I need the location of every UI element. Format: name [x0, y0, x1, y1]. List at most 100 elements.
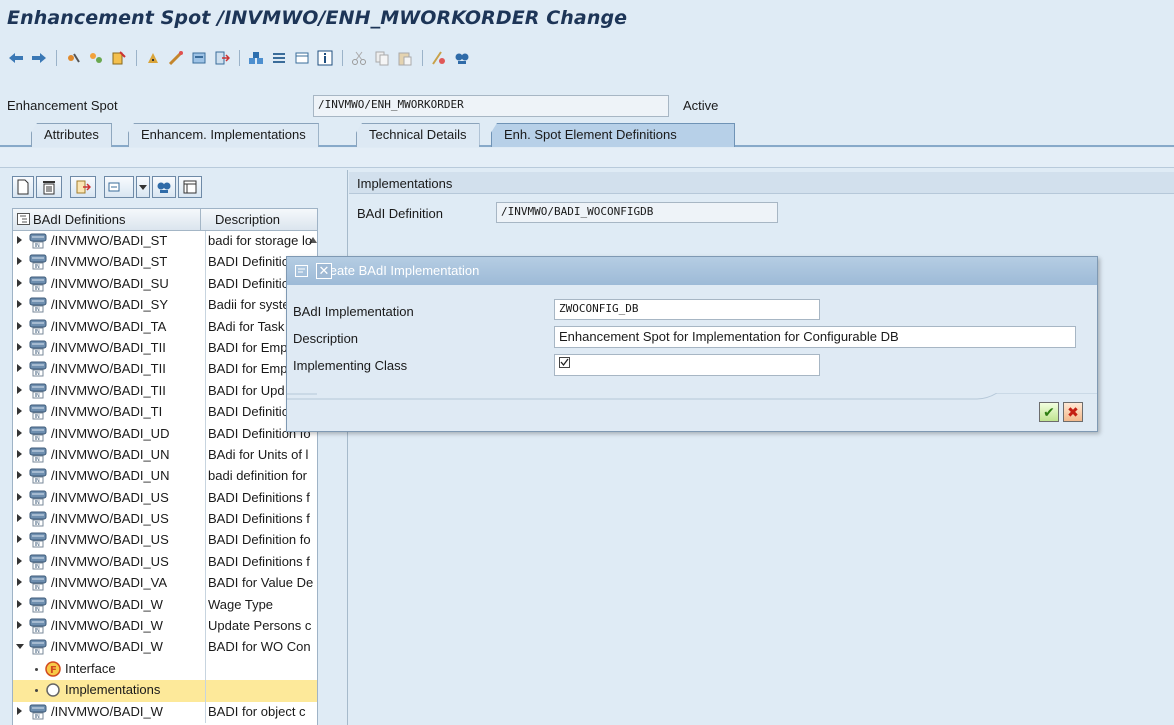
expand-arrow-icon[interactable] — [17, 514, 22, 523]
where-used-icon[interactable] — [188, 47, 210, 69]
tree-row[interactable]: IN/INVMWO/BADI_VA BADI for Value De — [13, 573, 317, 595]
create-badi-implementation-dialog: Create BAdI Implementation ✕ BAdI Implem… — [286, 256, 1098, 432]
tree-row[interactable]: IN/INVMWO/BADI_ST BADI Definition — [13, 252, 317, 274]
object-list-icon[interactable] — [245, 47, 267, 69]
tree-row[interactable]: IN/INVMWO/BADI_W Wage Type — [13, 594, 317, 617]
badi-name: /INVMWO/BADI_W — [51, 618, 163, 634]
tree-bullet — [35, 667, 38, 671]
tree-row[interactable]: IN/INVMWO/BADI_UN BAdi for Units of l — [13, 444, 317, 467]
tree-row[interactable]: IN/INVMWO/BADI_UN badi definition for — [13, 466, 317, 488]
badi-name: /INVMWO/BADI_US — [51, 532, 169, 548]
expand-arrow-icon[interactable] — [17, 428, 22, 437]
tree-row[interactable]: IN/INVMWO/BADI_UD BADI Definition fo — [13, 423, 317, 445]
tree-child-interface[interactable]: F Interface — [13, 658, 317, 681]
spot-name-field[interactable]: /INVMWO/ENH_MWORKORDER — [313, 95, 669, 117]
tree-row[interactable]: IN/INVMWO/BADI_US BADI Definitions f — [13, 551, 317, 574]
navigate-object-icon[interactable] — [70, 176, 96, 198]
expand-arrow-icon[interactable] — [17, 578, 22, 587]
badi-tree: BAdI Definitions Description IN/INVMWO/B… — [12, 208, 318, 725]
expand-arrow-icon[interactable] — [17, 407, 22, 416]
enhancement-info-icon[interactable] — [268, 47, 290, 69]
display-change-icon[interactable] — [85, 47, 107, 69]
expand-arrow-icon[interactable] — [17, 449, 22, 458]
layout-icon[interactable] — [178, 176, 202, 198]
check-icon[interactable] — [142, 47, 164, 69]
activate-icon[interactable] — [108, 47, 130, 69]
checkbox-icon[interactable] — [559, 357, 571, 369]
delete-icon[interactable] — [36, 176, 62, 198]
find-tree-icon[interactable] — [152, 176, 176, 198]
expand-arrow-icon[interactable] — [17, 364, 22, 373]
col-header-description[interactable]: Description — [201, 209, 317, 231]
expand-arrow-icon[interactable] — [17, 321, 22, 330]
copy-icon[interactable] — [371, 47, 393, 69]
dropdown-arrow-icon[interactable] — [136, 176, 150, 198]
svg-text:IN: IN — [35, 564, 40, 570]
expand-arrow-icon[interactable] — [17, 257, 22, 266]
expand-arrow-icon[interactable] — [17, 300, 22, 309]
tree-toolbar — [12, 176, 204, 198]
new-document-icon[interactable] — [12, 176, 34, 198]
expand-arrow-icon[interactable] — [17, 236, 22, 244]
find-icon[interactable] — [451, 47, 473, 69]
badi-description: BADI for object c — [205, 701, 317, 723]
expand-arrow-icon[interactable] — [17, 278, 22, 287]
expand-arrow-icon[interactable] — [17, 471, 22, 480]
paste-icon[interactable] — [394, 47, 416, 69]
tree-row[interactable]: IN/INVMWO/BADI_W BADI for WO Con — [13, 637, 317, 659]
badi-name: /INVMWO/BADI_US — [51, 511, 169, 527]
collapse-arrow-icon[interactable] — [16, 644, 24, 650]
expand-arrow-icon[interactable] — [17, 385, 22, 394]
badi-definition-field[interactable]: /INVMWO/BADI_WOCONFIGDB — [496, 202, 778, 223]
col-header-badi-definitions[interactable]: BAdI Definitions — [13, 209, 201, 231]
svg-text:IN: IN — [35, 307, 40, 313]
tree-row[interactable]: IN/INVMWO/BADI_TII BADI for Emp — [13, 337, 317, 360]
toolbar-separator — [239, 50, 240, 66]
child-desc-cell — [205, 658, 317, 681]
display-object-list-icon[interactable] — [291, 47, 313, 69]
expand-arrow-icon[interactable] — [17, 556, 22, 565]
tree-row[interactable]: IN/INVMWO/BADI_SU BADI Definitio — [13, 273, 317, 296]
navigate-icon[interactable] — [211, 47, 233, 69]
implementing-class-field[interactable] — [554, 354, 820, 376]
expand-subtree-icon[interactable] — [104, 176, 134, 198]
expand-arrow-icon[interactable] — [17, 342, 22, 351]
tab-attributes[interactable]: Attributes — [31, 123, 112, 147]
pattern-icon[interactable] — [428, 47, 450, 69]
cancel-button[interactable]: ✖ — [1063, 402, 1083, 422]
expand-arrow-icon[interactable] — [17, 492, 22, 501]
tree-row[interactable]: IN/INVMWO/BADI_TA BAdi for Task — [13, 316, 317, 338]
tree-row[interactable]: IN/INVMWO/BADI_W BADI for object c — [13, 701, 317, 723]
info-icon[interactable] — [314, 47, 336, 69]
tree-row[interactable]: IN/INVMWO/BADI_TI BADI Definitio — [13, 402, 317, 424]
tree-row[interactable]: IN/INVMWO/BADI_US BADI Definitions f — [13, 509, 317, 531]
tree-row[interactable]: IN/INVMWO/BADI_SY Badii for syste — [13, 295, 317, 317]
back-icon[interactable] — [5, 47, 27, 69]
expand-arrow-icon[interactable] — [17, 535, 22, 544]
expand-arrow-icon[interactable] — [17, 599, 22, 608]
tab-enh-spot-element-definitions[interactable]: Enh. Spot Element Definitions — [491, 123, 735, 147]
description-field[interactable]: Enhancement Spot for Implementation for … — [554, 326, 1076, 348]
dialog-close-button[interactable]: ✕ — [316, 263, 332, 279]
forward-icon[interactable] — [28, 47, 50, 69]
tab-enhancement-implementations[interactable]: Enhancem. Implementations — [128, 123, 319, 147]
tree-row[interactable]: IN/INVMWO/BADI_US BADI Definition fo — [13, 530, 317, 552]
badi-implementation-field[interactable]: ZWOCONFIG_DB — [554, 299, 820, 320]
expand-arrow-icon[interactable] — [17, 621, 22, 630]
dialog-title-bar: Create BAdI Implementation ✕ — [287, 257, 1097, 285]
tree-row[interactable]: IN/INVMWO/BADI_ST badi for storage lo — [13, 231, 317, 253]
badi-definition-icon: IN — [29, 340, 47, 356]
expand-arrow-icon[interactable] — [17, 706, 22, 715]
tree-row[interactable]: IN/INVMWO/BADI_W Update Persons c — [13, 616, 317, 638]
other-object-icon[interactable] — [62, 47, 84, 69]
tree-row[interactable]: IN/INVMWO/BADI_US BADI Definitions f — [13, 487, 317, 510]
tree-row[interactable]: IN/INVMWO/BADI_TII BADI for Upd — [13, 380, 317, 403]
badi-definition-icon: IN — [29, 639, 47, 655]
tree-child-implementations[interactable]: Implementations — [13, 680, 317, 702]
cut-icon[interactable] — [348, 47, 370, 69]
badi-description: BADI Definitions f — [205, 487, 317, 510]
ok-button[interactable]: ✔ — [1039, 402, 1059, 422]
tab-technical-details[interactable]: Technical Details — [356, 123, 480, 147]
tree-row[interactable]: IN/INVMWO/BADI_TII BADI for Emp — [13, 359, 317, 381]
test-icon[interactable] — [165, 47, 187, 69]
